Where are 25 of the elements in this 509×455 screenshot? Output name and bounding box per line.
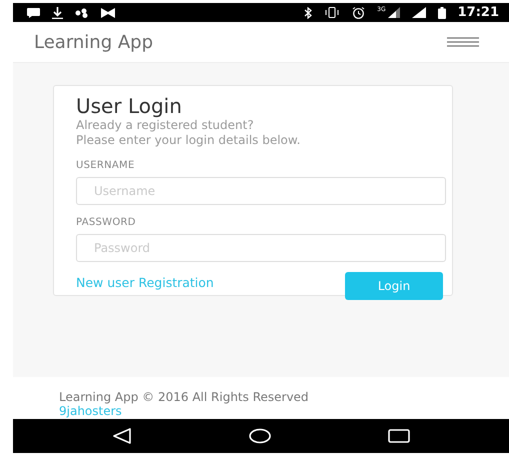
login-button[interactable]: Login xyxy=(345,272,443,300)
login-subtitle: Already a registered student? xyxy=(76,118,255,133)
bowtie-icon xyxy=(101,8,115,18)
menu-icon[interactable] xyxy=(447,37,479,47)
battery-icon xyxy=(438,6,446,18)
field-label: USERNAME xyxy=(76,160,136,171)
alarm-icon xyxy=(352,6,366,18)
back-icon[interactable] xyxy=(112,428,132,444)
login-title: User Login xyxy=(76,94,183,118)
clock: 17:21 xyxy=(458,5,499,20)
app-title: Learning App xyxy=(34,32,154,52)
recents-icon[interactable] xyxy=(388,429,410,443)
bluetooth-icon xyxy=(304,6,312,18)
download-icon xyxy=(52,6,63,18)
home-icon[interactable] xyxy=(248,428,271,444)
copyright-text: Learning App © 2016 All Rights Reserved xyxy=(59,390,310,404)
dots-icon xyxy=(75,8,89,18)
registration-link[interactable]: New user Registration xyxy=(76,274,214,290)
signal-icon xyxy=(388,7,400,18)
footer-link[interactable]: 9jahosters xyxy=(59,404,509,418)
login-instructions: Please enter your login details below. xyxy=(76,133,302,148)
field-label: PASSWORD xyxy=(76,217,137,228)
vibrate-icon xyxy=(324,7,340,18)
message-icon xyxy=(27,8,40,18)
signal-icon xyxy=(412,7,426,18)
